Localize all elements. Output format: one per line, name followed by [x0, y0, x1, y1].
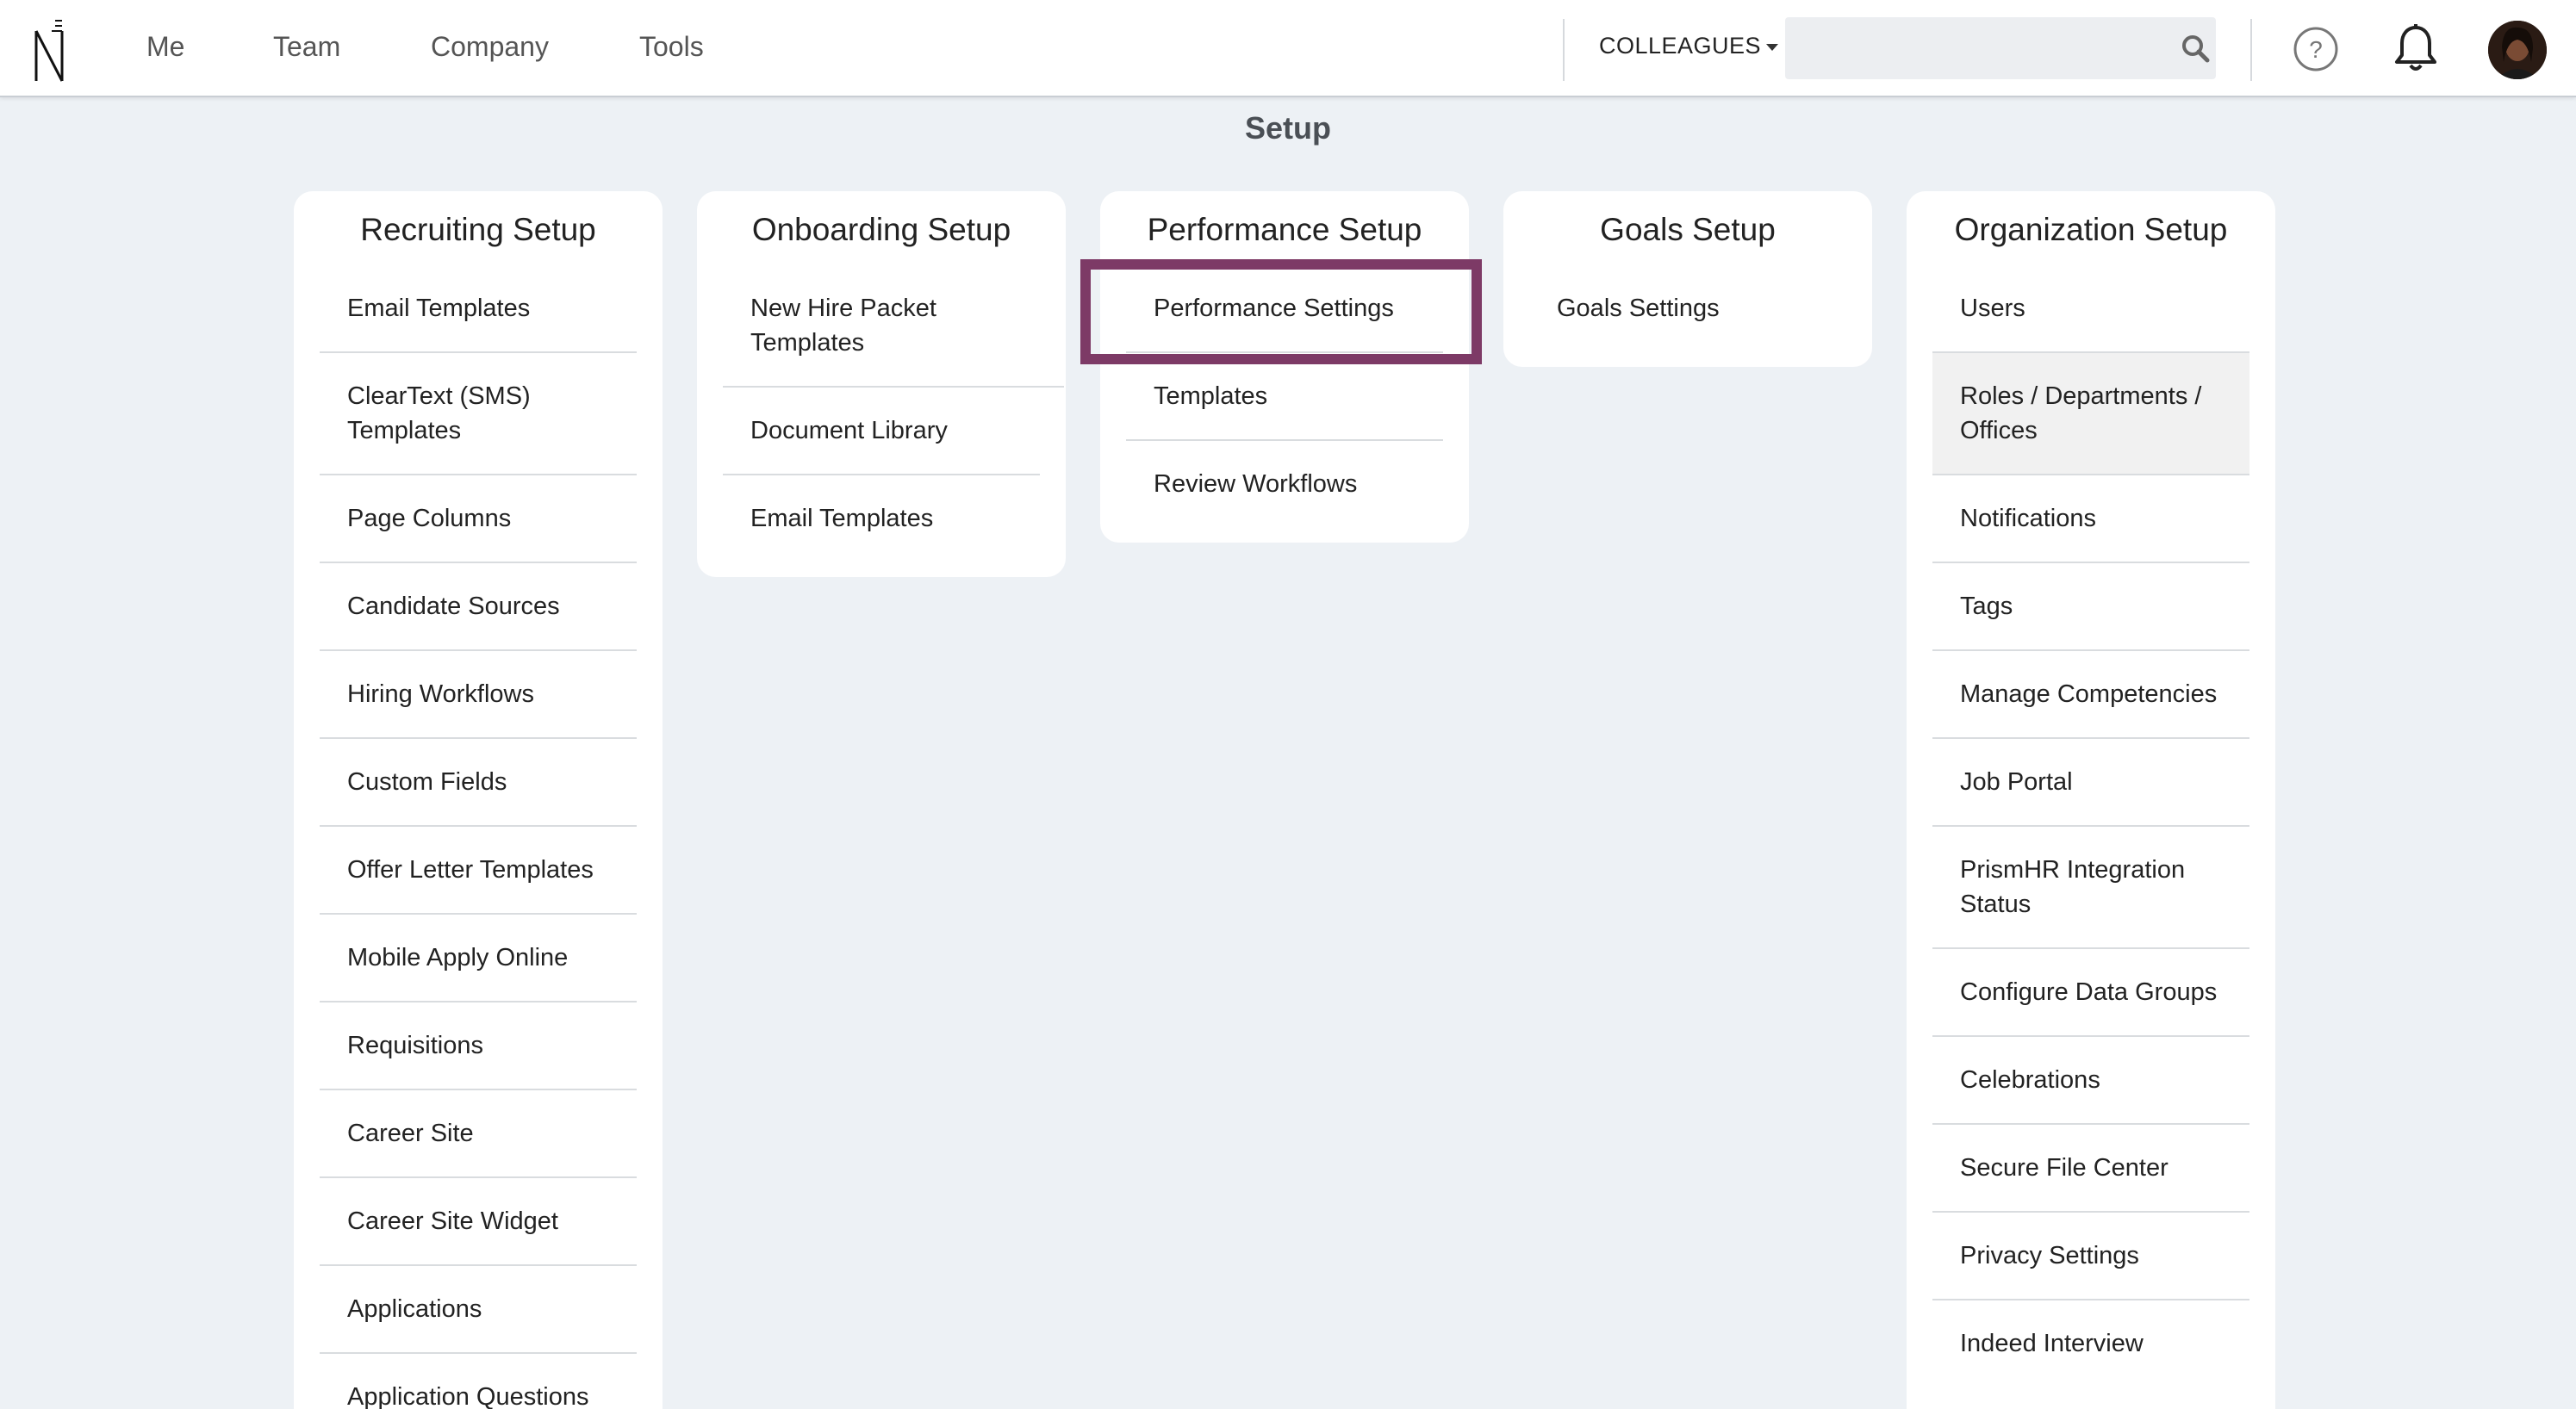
list-item[interactable]: Templates [1126, 353, 1443, 441]
list-item[interactable]: Requisitions [320, 1002, 637, 1090]
list-item[interactable]: Performance Settings [1126, 265, 1443, 353]
list-item[interactable]: Job Portal [1932, 739, 2249, 827]
list-item[interactable]: Document Library [723, 388, 1040, 475]
list-item[interactable]: Privacy Settings [1932, 1213, 2249, 1300]
list-item[interactable]: Candidate Sources [320, 563, 637, 651]
organization-setup-card: Organization Setup Users Roles / Departm… [1907, 191, 2275, 1409]
top-nav-bar: Me Team Company Tools COLLEAGUES ? [0, 0, 2576, 97]
list-item[interactable]: Goals Settings [1529, 265, 1846, 351]
card-title: Goals Setup [1600, 212, 1776, 247]
card-title: Organization Setup [1954, 212, 2228, 247]
search-input[interactable] [1785, 17, 2216, 79]
list-item[interactable]: New Hire Packet Templates [723, 265, 1064, 388]
list-item[interactable]: Application Questions [320, 1354, 637, 1409]
colleagues-label: COLLEAGUES [1599, 33, 1762, 59]
list-item[interactable]: Page Columns [320, 475, 637, 563]
list-item[interactable]: Tags [1932, 563, 2249, 651]
svg-text:?: ? [2309, 36, 2323, 63]
nav-team[interactable]: Team [273, 31, 340, 63]
list-item[interactable]: Mobile Apply Online [320, 915, 637, 1002]
list-item[interactable]: Hiring Workflows [320, 651, 637, 739]
bell-icon[interactable] [2392, 22, 2440, 74]
performance-setup-card: Performance Setup Performance Settings T… [1100, 191, 1469, 543]
list-item[interactable]: Email Templates [723, 475, 1040, 562]
performance-setup-list: Performance Settings Templates Review Wo… [1126, 265, 1443, 527]
list-item[interactable]: Email Templates [320, 265, 637, 353]
list-item[interactable]: Applications [320, 1266, 637, 1354]
help-icon[interactable]: ? [2292, 25, 2340, 73]
list-item[interactable]: Notifications [1932, 475, 2249, 563]
onboarding-setup-list: New Hire Packet Templates Document Libra… [723, 265, 1064, 562]
search-icon[interactable] [2180, 33, 2211, 64]
goals-setup-list: Goals Settings [1529, 265, 1846, 351]
list-item[interactable]: Users [1932, 265, 2249, 353]
nav-divider [1563, 19, 1565, 81]
nav-divider [2250, 19, 2252, 81]
nav-me[interactable]: Me [146, 31, 184, 63]
list-item[interactable]: Review Workflows [1126, 441, 1443, 527]
chevron-down-icon [1766, 43, 1779, 51]
list-item[interactable]: Configure Data Groups [1932, 949, 2249, 1037]
logo-icon[interactable] [31, 17, 69, 83]
card-title: Performance Setup [1147, 212, 1422, 247]
list-item[interactable]: PrismHR Integration Status [1932, 827, 2249, 949]
recruiting-setup-list: Email Templates ClearText (SMS) Template… [320, 265, 637, 1409]
list-item[interactable]: Indeed Interview [1932, 1300, 2249, 1387]
list-item[interactable]: Secure File Center [1932, 1125, 2249, 1213]
card-title: Onboarding Setup [751, 212, 1011, 247]
list-item[interactable]: ClearText (SMS) Templates [320, 353, 637, 475]
list-item[interactable]: Manage Competencies [1932, 651, 2249, 739]
list-item[interactable]: Roles / Departments / Offices [1932, 353, 2249, 475]
colleagues-dropdown[interactable]: COLLEAGUES [1599, 33, 1779, 59]
list-item[interactable]: Career Site [320, 1090, 637, 1178]
recruiting-setup-card: Recruiting Setup Email Templates ClearTe… [294, 191, 663, 1409]
goals-setup-card: Goals Setup Goals Settings [1503, 191, 1872, 367]
list-item[interactable]: Career Site Widget [320, 1178, 637, 1266]
nav-tools[interactable]: Tools [639, 31, 704, 63]
avatar[interactable] [2488, 21, 2547, 79]
nav-company[interactable]: Company [431, 31, 549, 63]
onboarding-setup-card: Onboarding Setup New Hire Packet Templat… [697, 191, 1066, 577]
list-item[interactable]: Custom Fields [320, 739, 637, 827]
card-title: Recruiting Setup [360, 212, 596, 247]
list-item[interactable]: Celebrations [1932, 1037, 2249, 1125]
list-item[interactable]: Offer Letter Templates [320, 827, 637, 915]
page-title: Setup [1244, 110, 1331, 146]
organization-setup-list: Users Roles / Departments / Offices Noti… [1932, 265, 2249, 1387]
